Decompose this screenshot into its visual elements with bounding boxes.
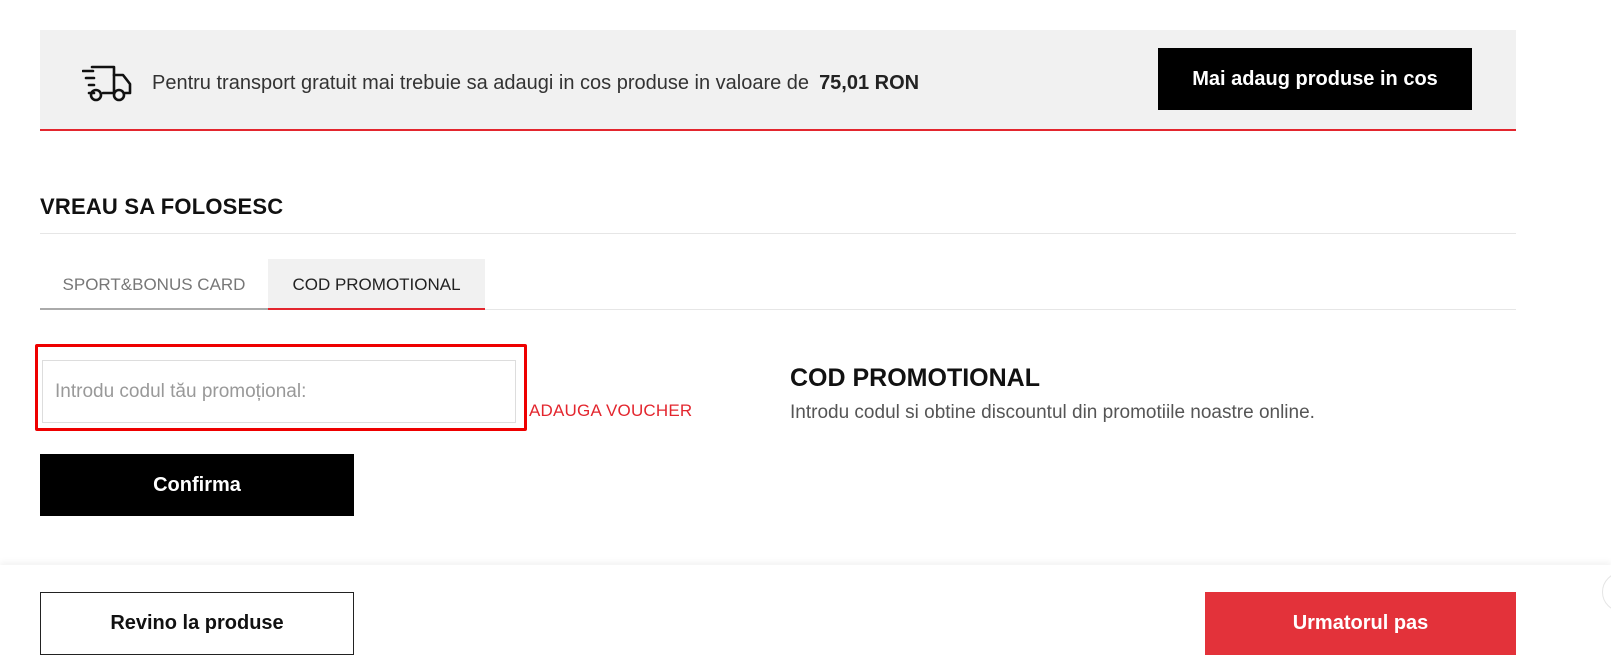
confirm-button[interactable]: Confirma (40, 454, 354, 516)
remaining-amount: 75,01 RON (819, 72, 920, 94)
tab-promo-code[interactable]: COD PROMOTIONAL (268, 259, 485, 310)
divider (40, 233, 1516, 234)
checkout-page: Pentru transport gratuit mai trebuie sa … (0, 0, 1611, 664)
promo-info-title: COD PROMOTIONAL (790, 364, 1040, 392)
truck-icon (82, 65, 132, 102)
free-shipping-banner: Pentru transport gratuit mai trebuie sa … (40, 30, 1516, 131)
tab-sport-bonus-card[interactable]: SPORT&BONUS CARD (40, 259, 268, 310)
add-more-products-button[interactable]: Mai adaug produse in cos (1158, 48, 1472, 110)
add-voucher-link[interactable]: ADAUGA VOUCHER (529, 401, 692, 421)
promo-code-input[interactable] (42, 360, 516, 423)
promo-info-description: Introdu codul si obtine discountul din p… (790, 402, 1315, 423)
back-to-products-button[interactable]: Revino la produse (40, 592, 354, 655)
section-title: VREAU SA FOLOSESC (40, 194, 284, 219)
payment-tabs: SPORT&BONUS CARD COD PROMOTIONAL (40, 259, 1516, 310)
next-step-button[interactable]: Urmatorul pas (1205, 592, 1516, 655)
free-shipping-text: Pentru transport gratuit mai trebuie sa … (152, 72, 810, 94)
free-shipping-message: Pentru transport gratuit mai trebuie sa … (152, 72, 919, 95)
